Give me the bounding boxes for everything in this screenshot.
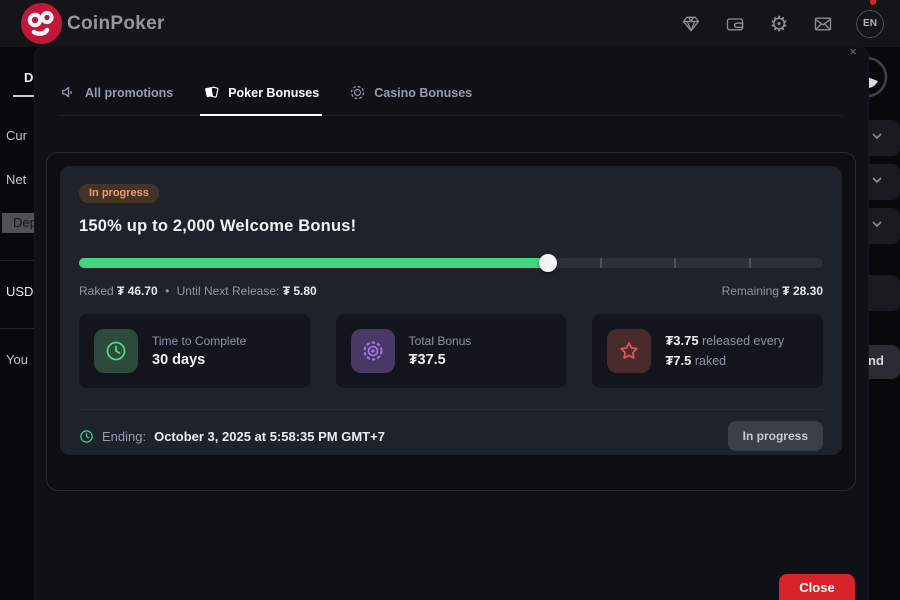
cards-icon: [203, 84, 220, 101]
ending-value: October 3, 2025 at 5:58:35 PM GMT+7: [154, 429, 385, 444]
ending-info: Ending: October 3, 2025 at 5:58:35 PM GM…: [79, 429, 385, 444]
clock-icon: [94, 329, 138, 373]
bg-deposit-tab[interactable]: D: [24, 70, 33, 85]
close-button[interactable]: Close: [779, 574, 855, 600]
progress-tick: [749, 258, 751, 268]
progress-fill: [79, 258, 548, 268]
chevron-down-icon: [872, 131, 882, 141]
settings-gear-icon[interactable]: ⚙: [768, 13, 790, 35]
bonus-card: In progress 150% up to 2,000 Welcome Bon…: [60, 166, 842, 455]
promotions-modal: × All promotions Poker Bonuses: [35, 47, 868, 600]
mail-icon[interactable]: [812, 13, 834, 35]
bg-currency-label: Cur: [6, 128, 27, 143]
poker-chip-icon: [351, 329, 395, 373]
progress-track: [79, 258, 823, 268]
in-progress-button[interactable]: In progress: [728, 421, 823, 451]
release-rate-tile: ₮3.75 released every ₮7.5 raked: [592, 314, 823, 388]
bonus-tiles: Time to Complete 30 days: [79, 314, 823, 388]
language-button[interactable]: EN: [856, 10, 884, 38]
time-to-complete-tile: Time to Complete 30 days: [79, 314, 310, 388]
progress-tick: [674, 258, 676, 268]
bg-you-label: You: [6, 352, 28, 367]
tile-label: Total Bonus: [409, 334, 472, 348]
bonus-title: 150% up to 2,000 Welcome Bonus!: [79, 217, 823, 236]
tile-value: ₮37.5: [409, 352, 472, 368]
clock-icon: [79, 429, 94, 444]
megaphone-icon: [60, 84, 77, 101]
chevron-down-icon: [872, 219, 882, 229]
gem-icon[interactable]: [680, 13, 702, 35]
coinpoker-logo[interactable]: [21, 3, 62, 44]
promotions-tabs: All promotions Poker Bonuses Casino Bonu…: [60, 84, 843, 116]
status-badge: In progress: [79, 184, 159, 203]
app-window: D Cur Net Dep USD You nd Coi: [0, 0, 900, 600]
progress-tick: [600, 258, 602, 268]
progress-knob[interactable]: [539, 254, 557, 272]
tab-casino-bonuses[interactable]: Casino Bonuses: [349, 84, 472, 115]
tab-all-promotions[interactable]: All promotions: [60, 84, 173, 115]
top-icons: ⚙ EN: [680, 0, 884, 47]
tile-label: Time to Complete: [152, 334, 246, 348]
wallet-icon[interactable]: [724, 13, 746, 35]
bg-usd-label: USD: [6, 284, 33, 299]
remaining-stats: Remaining ₮ 28.30: [722, 284, 823, 298]
tab-label: Casino Bonuses: [374, 86, 472, 100]
bg-network-label: Net: [6, 172, 26, 187]
top-bar: CoinPoker ⚙ EN: [0, 0, 900, 47]
tile-value: 30 days: [152, 352, 246, 368]
ending-label: Ending:: [102, 429, 146, 444]
casino-chip-icon: [349, 84, 366, 101]
tab-label: All promotions: [85, 86, 173, 100]
raked-stats: Raked ₮ 46.70 • Until Next Release: ₮ 5.…: [79, 284, 317, 298]
card-footer: Ending: October 3, 2025 at 5:58:35 PM GM…: [79, 421, 823, 451]
release-line-2: ₮7.5 raked: [665, 351, 784, 371]
tab-label: Poker Bonuses: [228, 86, 319, 100]
bonus-card-outer: In progress 150% up to 2,000 Welcome Bon…: [46, 152, 856, 491]
card-divider: [79, 409, 823, 410]
tab-poker-bonuses[interactable]: Poker Bonuses: [203, 84, 319, 115]
chevron-down-icon: [872, 175, 882, 185]
star-icon: [607, 329, 651, 373]
total-bonus-tile: Total Bonus ₮37.5: [336, 314, 567, 388]
progress-stats: Raked ₮ 46.70 • Until Next Release: ₮ 5.…: [79, 284, 823, 298]
release-line-1: ₮3.75 released every: [665, 331, 784, 351]
progress-bar: [79, 254, 823, 272]
brand-name: CoinPoker: [67, 13, 165, 35]
